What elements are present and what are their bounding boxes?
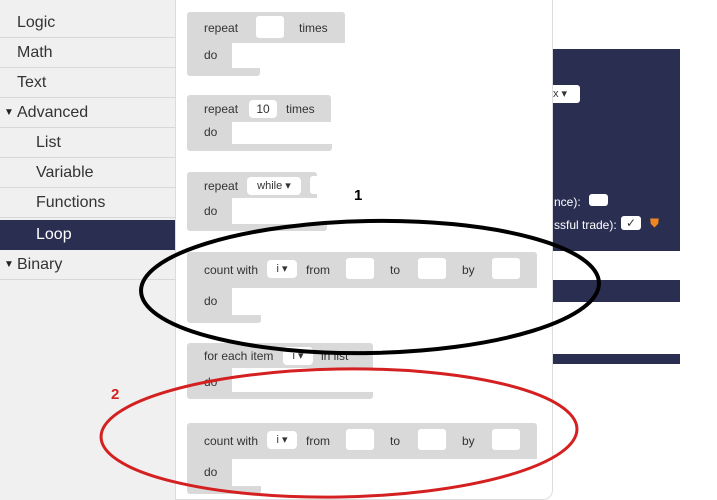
annotation-ellipse-1 — [139, 218, 601, 356]
annotation-label-2: 2 — [111, 386, 120, 403]
annotation-ellipse-2 — [99, 367, 579, 499]
annotation-overlay — [99, 218, 601, 499]
annotation-label-1: 1 — [354, 187, 363, 204]
